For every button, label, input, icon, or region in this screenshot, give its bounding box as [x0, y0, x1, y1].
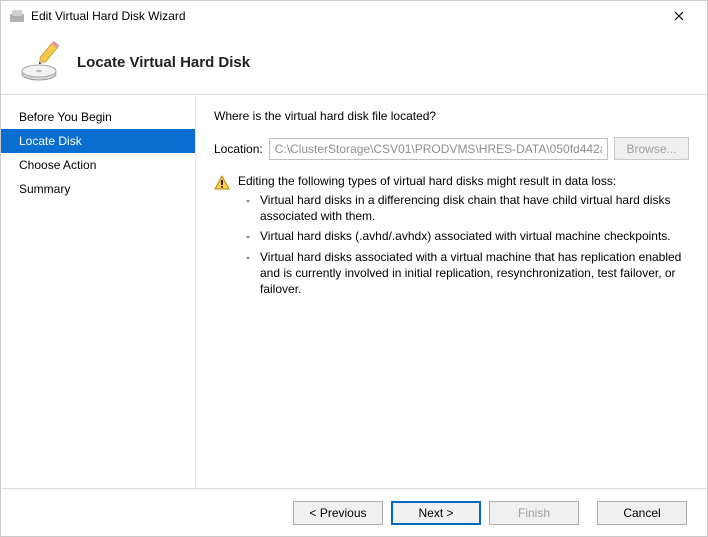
page-title: Locate Virtual Hard Disk [77, 54, 250, 71]
previous-button[interactable]: < Previous [293, 501, 383, 525]
wizard-body: Before You Begin Locate Disk Choose Acti… [1, 95, 707, 488]
location-label: Location: [214, 142, 263, 156]
warning-item: Virtual hard disks in a differencing dis… [246, 192, 689, 224]
wizard-header: Locate Virtual Hard Disk [1, 31, 707, 95]
location-input[interactable] [269, 138, 608, 160]
warning-text: Editing the following types of virtual h… [238, 174, 689, 301]
warning-item: Virtual hard disks (.avhd/.avhdx) associ… [246, 228, 689, 244]
prompt-text: Where is the virtual hard disk file loca… [214, 109, 689, 123]
sidebar-item-locate-disk[interactable]: Locate Disk [1, 129, 195, 153]
cancel-button[interactable]: Cancel [597, 501, 687, 525]
close-button[interactable] [659, 2, 699, 30]
warning-intro: Editing the following types of virtual h… [238, 174, 616, 188]
location-row: Location: Browse... [214, 137, 689, 160]
warning-item: Virtual hard disks associated with a vir… [246, 249, 689, 298]
sidebar-item-summary[interactable]: Summary [1, 177, 195, 201]
wizard-window: Edit Virtual Hard Disk Wizard Locate Vir… [0, 0, 708, 537]
warning-block: Editing the following types of virtual h… [214, 174, 689, 301]
sidebar-item-choose-action[interactable]: Choose Action [1, 153, 195, 177]
titlebar: Edit Virtual Hard Disk Wizard [1, 1, 707, 31]
wizard-footer: < Previous Next > Finish Cancel [1, 488, 707, 536]
wizard-content: Where is the virtual hard disk file loca… [196, 95, 707, 488]
wizard-sidebar: Before You Begin Locate Disk Choose Acti… [1, 95, 196, 488]
next-button[interactable]: Next > [391, 501, 481, 525]
browse-button: Browse... [614, 137, 689, 160]
warning-list: Virtual hard disks in a differencing dis… [238, 192, 689, 297]
warning-icon [214, 175, 230, 191]
disk-edit-icon [19, 41, 63, 85]
finish-button: Finish [489, 501, 579, 525]
sidebar-item-before-you-begin[interactable]: Before You Begin [1, 105, 195, 129]
app-icon [9, 8, 25, 24]
window-title: Edit Virtual Hard Disk Wizard [31, 9, 659, 23]
